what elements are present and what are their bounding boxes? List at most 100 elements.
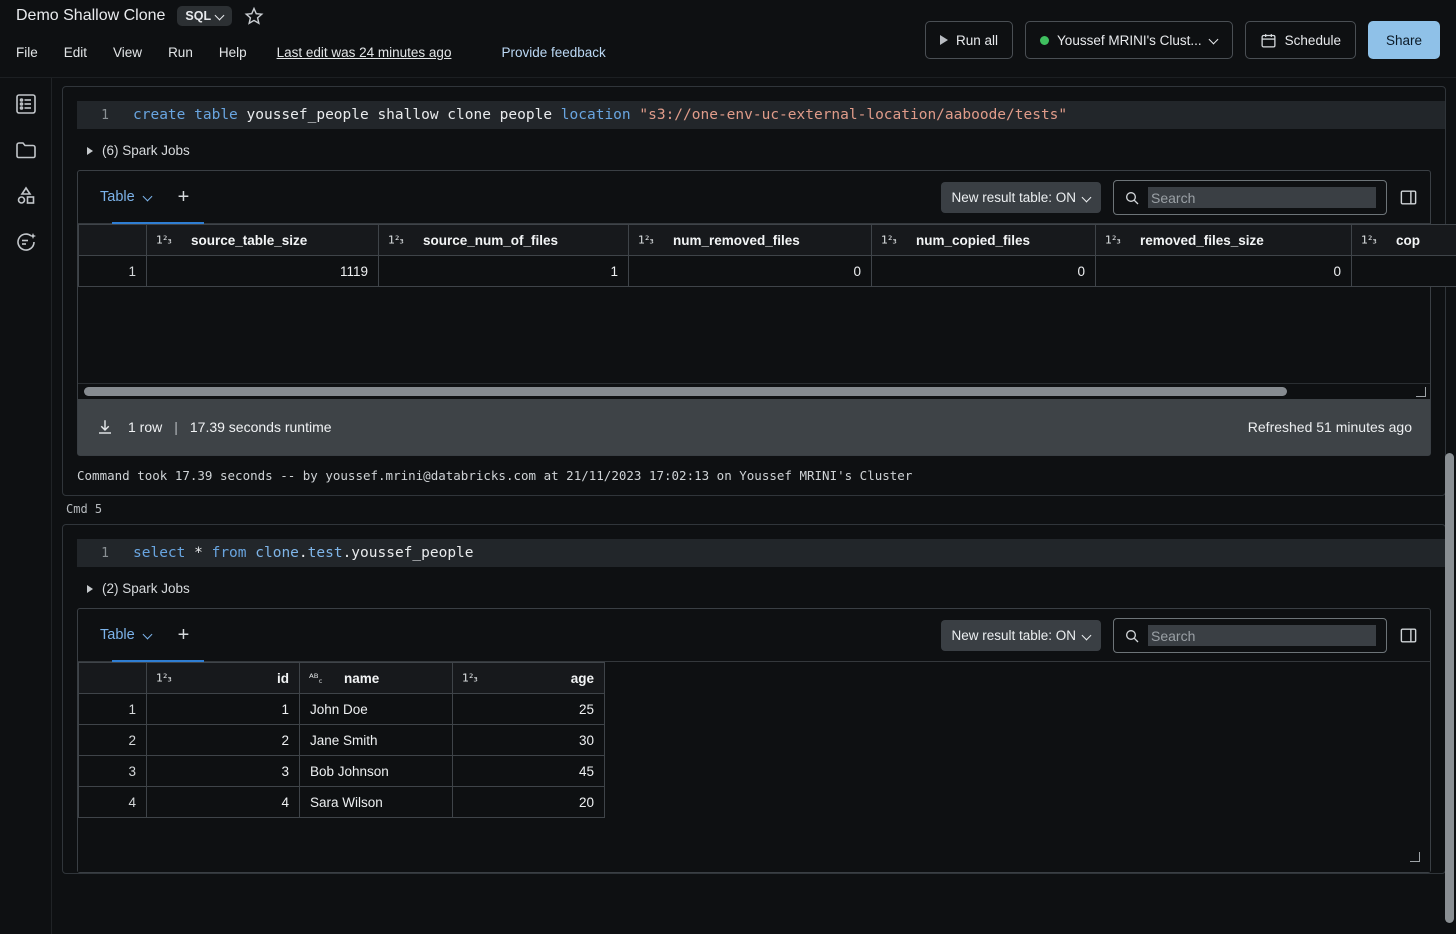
number-type-icon: 1²₃ bbox=[156, 671, 172, 685]
table-cell[interactable]: John Doe bbox=[299, 693, 453, 725]
code-token: location bbox=[560, 107, 631, 123]
menu-item-view[interactable]: View bbox=[113, 45, 142, 60]
column-header[interactable]: 1²₃ id bbox=[146, 662, 300, 694]
side-panel-icon[interactable] bbox=[1399, 626, 1418, 645]
plus-icon[interactable]: + bbox=[178, 625, 190, 645]
cmd-label: Cmd 5 bbox=[66, 502, 103, 516]
table-cell[interactable]: 25 bbox=[452, 693, 605, 725]
last-edit-link[interactable]: Last edit was 24 minutes ago bbox=[277, 45, 452, 60]
code-editor-line[interactable]: 1 create table youssef_people shallow cl… bbox=[77, 101, 1445, 129]
horizontal-scrollbar[interactable] bbox=[78, 383, 1430, 399]
menu-item-help[interactable]: Help bbox=[219, 45, 247, 60]
resize-handle[interactable] bbox=[1410, 852, 1420, 862]
grid-empty-space bbox=[78, 287, 1430, 383]
column-header-label: num_removed_files bbox=[673, 232, 800, 248]
number-type-icon: 1²₃ bbox=[638, 233, 654, 247]
table-row[interactable]: 4 4 Sara Wilson 20 bbox=[78, 786, 605, 818]
table-cell[interactable]: 1119 bbox=[146, 255, 379, 287]
column-header[interactable]: 1²₃ num_copied_files bbox=[871, 224, 1096, 256]
table-cell[interactable]: 30 bbox=[452, 724, 605, 756]
row-number: 1 bbox=[78, 255, 147, 287]
schedule-button[interactable]: Schedule bbox=[1244, 21, 1356, 59]
tab-table-label: Table bbox=[100, 627, 135, 643]
search-icon bbox=[1126, 629, 1139, 642]
catalog-shapes-icon[interactable] bbox=[14, 184, 38, 208]
table-header-row: 1²₃ source_table_size 1²₃ source_num_of_… bbox=[78, 224, 1456, 256]
table-cell[interactable] bbox=[1351, 255, 1456, 287]
table-cell[interactable]: Jane Smith bbox=[299, 724, 453, 756]
table-cell[interactable]: 3 bbox=[146, 755, 300, 787]
table-cell[interactable]: 4 bbox=[146, 786, 300, 818]
run-all-button[interactable]: Run all bbox=[925, 21, 1014, 59]
notebook-body[interactable]: 1 create table youssef_people shallow cl… bbox=[52, 78, 1456, 934]
search-input[interactable]: Search bbox=[1148, 625, 1376, 646]
left-rail bbox=[0, 78, 52, 934]
table-row[interactable]: 2 2 Jane Smith 30 bbox=[78, 724, 605, 756]
search-box[interactable]: Search bbox=[1113, 618, 1387, 653]
resize-handle[interactable] bbox=[1416, 387, 1426, 397]
column-header[interactable]: 1²₃ age bbox=[452, 662, 605, 694]
table-cell[interactable]: 45 bbox=[452, 755, 605, 787]
star-icon[interactable] bbox=[244, 6, 264, 26]
row-number: 2 bbox=[78, 724, 147, 756]
tab-table[interactable]: Table bbox=[100, 609, 204, 663]
column-header[interactable]: 1²₃ cop bbox=[1351, 224, 1456, 256]
table-cell[interactable]: 0 bbox=[1095, 255, 1352, 287]
table-cell[interactable]: Bob Johnson bbox=[299, 755, 453, 787]
chevron-right-icon bbox=[87, 146, 93, 155]
plus-icon[interactable]: + bbox=[178, 187, 190, 207]
tab-table[interactable]: Table bbox=[100, 171, 204, 225]
vertical-scrollbar-thumb[interactable] bbox=[1445, 453, 1454, 923]
search-input[interactable]: Search bbox=[1148, 187, 1376, 208]
cluster-status-dot-icon bbox=[1040, 35, 1050, 45]
result-grid-area[interactable]: 1²₃ id ᴬᴮ꜀ name 1²₃ age 1 1 John Doe 25 … bbox=[78, 662, 1430, 872]
table-cell[interactable]: 2 bbox=[146, 724, 300, 756]
column-header[interactable]: 1²₃ removed_files_size bbox=[1095, 224, 1352, 256]
result-table: 1²₃ id ᴬᴮ꜀ name 1²₃ age 1 1 John Doe 25 … bbox=[78, 662, 605, 818]
result-grid-area[interactable]: 1²₃ source_table_size 1²₃ source_num_of_… bbox=[78, 224, 1456, 399]
notebook-cell-5[interactable]: 1 select * from clone.test.youssef_peopl… bbox=[62, 524, 1446, 874]
table-row[interactable]: 1 1 John Doe 25 bbox=[78, 693, 605, 725]
column-header[interactable]: 1²₃ num_removed_files bbox=[628, 224, 872, 256]
column-header[interactable]: 1²₃ source_table_size bbox=[146, 224, 379, 256]
table-row[interactable]: 1 1119 1 0 0 0 bbox=[78, 255, 1456, 287]
assistant-sparkle-icon[interactable] bbox=[14, 230, 38, 254]
line-number: 1 bbox=[101, 545, 109, 561]
table-of-contents-icon[interactable] bbox=[14, 92, 38, 116]
cluster-selector[interactable]: Youssef MRINI's Clust... bbox=[1025, 21, 1233, 59]
title-row: Demo Shallow Clone SQL bbox=[16, 6, 264, 26]
search-placeholder: Search bbox=[1151, 627, 1196, 644]
code-text: select * from clone.test.youssef_people bbox=[133, 545, 474, 561]
page-title: Demo Shallow Clone bbox=[16, 7, 166, 24]
column-header[interactable]: 1²₃ source_num_of_files bbox=[378, 224, 629, 256]
horizontal-scrollbar-thumb[interactable] bbox=[84, 387, 1287, 396]
table-cell[interactable]: 1 bbox=[378, 255, 629, 287]
folder-icon[interactable] bbox=[14, 138, 38, 162]
new-result-table-toggle[interactable]: New result table: ON bbox=[941, 182, 1101, 213]
language-badge-label: SQL bbox=[185, 9, 212, 23]
provide-feedback-link[interactable]: Provide feedback bbox=[501, 45, 605, 60]
table-cell[interactable]: Sara Wilson bbox=[299, 786, 453, 818]
download-icon[interactable] bbox=[96, 418, 114, 436]
table-row[interactable]: 3 3 Bob Johnson 45 bbox=[78, 755, 605, 787]
number-type-icon: 1²₃ bbox=[881, 233, 897, 247]
table-cell[interactable]: 20 bbox=[452, 786, 605, 818]
share-button[interactable]: Share bbox=[1367, 21, 1440, 59]
code-editor-line[interactable]: 1 select * from clone.test.youssef_peopl… bbox=[77, 539, 1445, 567]
table-cell[interactable]: 0 bbox=[628, 255, 872, 287]
chevron-down-icon bbox=[144, 631, 152, 639]
search-box[interactable]: Search bbox=[1113, 180, 1387, 215]
menu-item-file[interactable]: File bbox=[16, 45, 38, 60]
spark-jobs-toggle[interactable]: (6) Spark Jobs bbox=[87, 143, 1445, 158]
new-result-table-toggle[interactable]: New result table: ON bbox=[941, 620, 1101, 651]
spark-jobs-toggle[interactable]: (2) Spark Jobs bbox=[87, 581, 1445, 596]
side-panel-icon[interactable] bbox=[1399, 188, 1418, 207]
notebook-cell-4[interactable]: 1 create table youssef_people shallow cl… bbox=[62, 86, 1456, 496]
menu-item-edit[interactable]: Edit bbox=[64, 45, 87, 60]
language-badge[interactable]: SQL bbox=[177, 6, 233, 26]
column-header[interactable]: ᴬᴮ꜀ name bbox=[299, 662, 453, 694]
table-cell[interactable]: 0 bbox=[871, 255, 1096, 287]
table-cell[interactable]: 1 bbox=[146, 693, 300, 725]
menu-item-run[interactable]: Run bbox=[168, 45, 193, 60]
